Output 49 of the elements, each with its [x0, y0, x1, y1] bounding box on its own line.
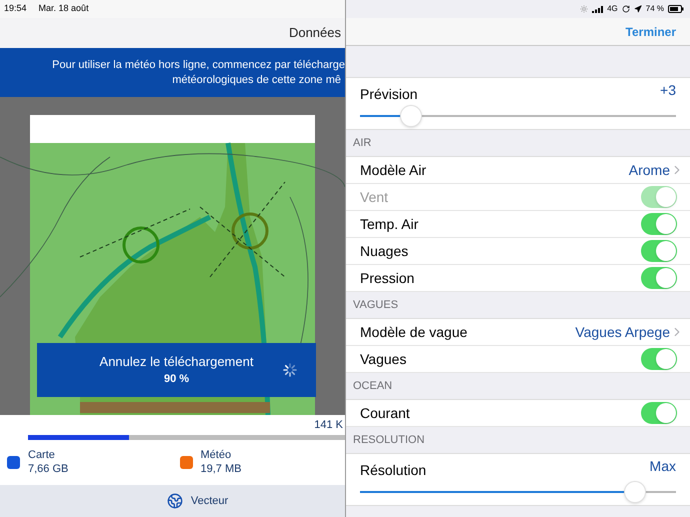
- status-time: 19:54: [4, 2, 27, 16]
- section-header: VAGUES: [353, 298, 398, 313]
- row-label: Vagues: [360, 350, 406, 369]
- legend-size: 19,7 MB: [200, 462, 242, 476]
- toggle-switch[interactable]: [641, 240, 677, 262]
- row-label: Courant: [360, 404, 410, 422]
- vector-button[interactable]: Vecteur: [166, 492, 228, 510]
- signal-icon: [592, 6, 604, 12]
- row-label: Résolution: [360, 461, 426, 480]
- spinner-icon: [282, 362, 298, 378]
- battery-icon: [668, 5, 684, 13]
- globe-icon: [166, 493, 183, 509]
- toggle-switch[interactable]: [641, 402, 677, 424]
- slider[interactable]: [360, 105, 676, 127]
- row-label: Vent: [360, 188, 388, 206]
- row-label: Temp. Air: [360, 214, 418, 234]
- row-label: Nuages: [360, 242, 408, 261]
- section-header: OCEAN: [353, 378, 392, 394]
- row-label: Modèle de vague: [360, 322, 468, 342]
- row-value: Max: [650, 457, 676, 476]
- row-value: +3: [660, 81, 676, 100]
- row-label: Pression: [360, 268, 414, 288]
- row-label: Prévision: [360, 85, 418, 104]
- location-icon: [634, 5, 642, 13]
- storage-total: 141 K: [314, 418, 344, 432]
- row-value: Arome: [628, 160, 670, 180]
- legend-size: 7,66 GB: [28, 462, 68, 476]
- rotation-lock-icon: [622, 5, 630, 13]
- legend-label: Carte: [28, 448, 56, 462]
- done-button[interactable]: Terminer: [626, 22, 676, 40]
- brightness-icon: [580, 5, 588, 13]
- section-header: RESOLUTION: [353, 432, 425, 448]
- slider[interactable]: [360, 481, 676, 503]
- settings-row[interactable]: Modèle de vague Vagues Arpege: [346, 319, 690, 346]
- nav-title: Données: [288, 24, 341, 42]
- row-value: Vagues Arpege: [575, 322, 670, 342]
- row-label: Modèle Air: [360, 160, 426, 180]
- status-date: Mar. 18 août: [38, 2, 89, 16]
- legend-label: Météo: [200, 448, 232, 462]
- banner-text-line: Pour utiliser la météo hors ligne, commencez par télécharge: [52, 58, 345, 72]
- toggle-switch[interactable]: [641, 267, 677, 289]
- banner-text-line: météorologiques de cette zone mê: [172, 72, 342, 88]
- cancel-download-button[interactable]: Annulez le téléchargement 90 %: [37, 343, 316, 397]
- section-header: AIR: [353, 136, 372, 151]
- settings-row[interactable]: Modèle Air Arome: [346, 157, 690, 184]
- battery-percent: 74 %: [646, 3, 664, 15]
- network-type: 4G: [607, 3, 618, 15]
- toggle-switch[interactable]: [641, 213, 677, 235]
- toggle-switch[interactable]: [641, 348, 677, 370]
